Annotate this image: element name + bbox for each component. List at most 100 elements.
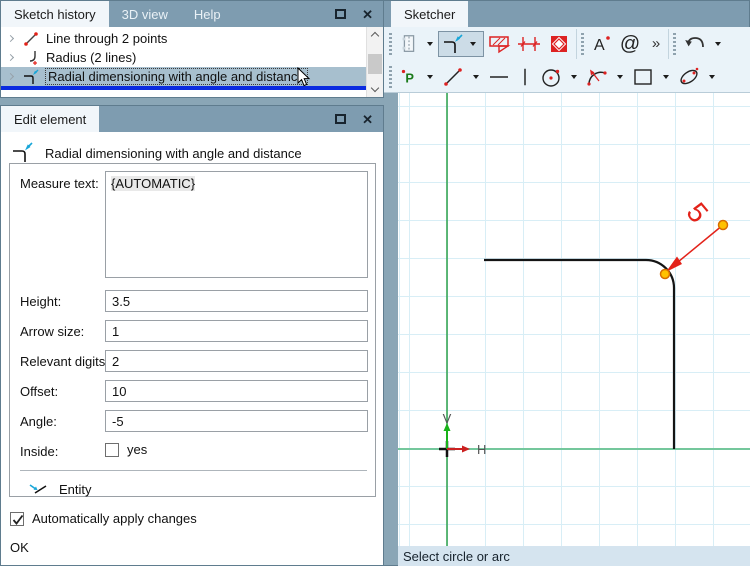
tab-help[interactable]: Help <box>181 1 234 27</box>
toolbar-separator <box>576 28 577 59</box>
auto-apply-checkbox[interactable] <box>10 511 24 526</box>
dimension-anchor-handle[interactable] <box>659 268 671 280</box>
measure-text-input[interactable]: {AUTOMATIC} <box>105 171 368 278</box>
scroll-up-icon[interactable] <box>370 31 380 41</box>
dropdown-caret-icon[interactable] <box>473 74 479 79</box>
text-icon: A <box>594 35 610 54</box>
arrow-size-input[interactable] <box>105 320 368 342</box>
inside-checkbox[interactable] <box>105 442 119 457</box>
sketcher-panel: Sketcher A @ » P 5 V H Select circle or … <box>384 0 750 566</box>
close-icon[interactable]: ✕ <box>362 8 373 21</box>
tree-row-radial-dimensioning[interactable]: Radial dimensioning with angle and dista… <box>1 67 367 86</box>
divider <box>20 470 367 471</box>
dropdown-caret-icon[interactable] <box>427 41 433 46</box>
circle-icon <box>542 68 560 87</box>
chevron-right-icon[interactable] <box>6 53 15 62</box>
horizontal-line-icon <box>490 75 508 78</box>
radial-dimension-icon <box>24 69 39 84</box>
frame-icon <box>551 35 567 52</box>
tree-item-label[interactable]: Line through 2 points <box>46 31 167 46</box>
vertical-line-tool-button[interactable] <box>514 64 536 90</box>
entity-button[interactable]: Entity <box>28 479 92 499</box>
offset-label: Offset: <box>20 384 59 399</box>
tree-row-line[interactable]: Line through 2 points <box>1 29 367 48</box>
chevron-right-icon[interactable] <box>6 34 15 43</box>
mouse-cursor-icon <box>297 67 311 87</box>
chevron-right-icon[interactable] <box>6 72 15 81</box>
maximize-icon[interactable] <box>335 9 347 19</box>
tree-item-label[interactable]: Radial dimensioning with angle and dista… <box>45 68 308 85</box>
sketch-history-titlebar: Sketch history 3D view Help ✕ <box>1 1 383 27</box>
dropdown-caret-icon[interactable] <box>715 41 721 46</box>
frame-tool-button[interactable] <box>544 31 574 57</box>
radial-dimension-tool-button[interactable] <box>438 30 484 57</box>
hatch-tool-button[interactable] <box>484 31 514 57</box>
undo-button[interactable] <box>680 31 710 57</box>
tree-item-label[interactable]: Radius (2 lines) <box>46 50 136 65</box>
tab-edit-element[interactable]: Edit element <box>1 106 100 132</box>
scrollbar-thumb[interactable] <box>368 54 382 74</box>
toolbar-drag-handle[interactable] <box>673 32 676 55</box>
dropdown-caret-icon[interactable] <box>617 74 623 79</box>
history-tree: Line through 2 points Radius (2 lines) R… <box>1 27 383 97</box>
status-bar: Select circle or arc <box>398 546 750 566</box>
offset-input[interactable] <box>105 380 368 402</box>
arc-tool-button[interactable] <box>582 64 612 90</box>
tab-sketch-history[interactable]: Sketch history <box>1 1 109 27</box>
tab-3d-view[interactable]: 3D view <box>109 1 181 27</box>
measure-text-value: {AUTOMATIC} <box>111 176 196 191</box>
ok-button[interactable]: OK <box>10 540 29 555</box>
radial-dimension-icon <box>13 142 33 162</box>
angle-input[interactable] <box>105 410 368 432</box>
tree-scrollbar[interactable] <box>366 27 383 97</box>
scroll-down-icon[interactable] <box>370 83 380 93</box>
sheet-tool-button[interactable] <box>396 31 422 57</box>
status-text: Select circle or arc <box>403 549 510 564</box>
tree-row-radius[interactable]: Radius (2 lines) <box>1 48 367 67</box>
point-icon: P <box>401 69 414 85</box>
sketch-canvas[interactable]: 5 V H <box>398 93 750 546</box>
toolbar-drag-handle[interactable] <box>581 32 584 55</box>
edit-element-header: Radial dimensioning with angle and dista… <box>11 141 302 165</box>
text-tool-button[interactable]: A <box>588 31 614 57</box>
dimension-arrowhead <box>666 256 682 272</box>
parameters-groupbox: Measure text: {AUTOMATIC} Height: Arrow … <box>9 163 376 497</box>
entity-pick-icon <box>29 484 47 494</box>
rectangle-icon <box>634 68 652 85</box>
rectangle-tool-button[interactable] <box>628 64 658 90</box>
dropdown-caret-icon[interactable] <box>470 41 476 46</box>
height-input[interactable] <box>105 290 368 312</box>
ellipse-tool-button[interactable] <box>674 64 704 90</box>
annotation-tool-button[interactable]: @ <box>614 31 646 57</box>
tab-sketcher[interactable]: Sketcher <box>391 1 469 27</box>
edit-element-titlebar: Edit element ✕ <box>1 106 383 132</box>
relevant-digits-input[interactable] <box>105 350 368 372</box>
line-tool-button[interactable] <box>438 64 468 90</box>
toolbar-overflow-button[interactable]: » <box>646 31 666 57</box>
dimension-drag-handle[interactable] <box>717 219 729 231</box>
toolbar-drag-handle[interactable] <box>389 32 392 55</box>
close-icon[interactable]: ✕ <box>362 113 373 126</box>
vertical-line-icon <box>524 68 526 85</box>
sketch-contour[interactable] <box>484 258 676 449</box>
toolbar-drag-handle[interactable] <box>389 65 392 88</box>
ellipse-icon <box>680 67 699 84</box>
circle-tool-button[interactable] <box>536 64 566 90</box>
dimension-value-text[interactable]: 5 <box>681 197 715 229</box>
maximize-icon[interactable] <box>335 114 347 124</box>
dropdown-caret-icon[interactable] <box>709 74 715 79</box>
dropdown-caret-icon[interactable] <box>663 74 669 79</box>
sheet-icon <box>402 34 415 52</box>
sketch-drawing: 5 V H <box>398 93 750 546</box>
dimension-chain-tool-button[interactable] <box>514 31 544 57</box>
overflow-icon: » <box>651 35 661 52</box>
point-tool-button[interactable]: P <box>396 64 422 90</box>
inside-label: Inside: <box>20 444 59 459</box>
horizontal-line-tool-button[interactable] <box>484 64 514 90</box>
dropdown-caret-icon[interactable] <box>571 74 577 79</box>
check-icon <box>12 514 24 525</box>
sketch-history-panel: Sketch history 3D view Help ✕ Line throu… <box>0 0 384 98</box>
line-icon <box>444 67 462 86</box>
dropdown-caret-icon[interactable] <box>427 74 433 79</box>
undo-icon <box>685 36 704 47</box>
